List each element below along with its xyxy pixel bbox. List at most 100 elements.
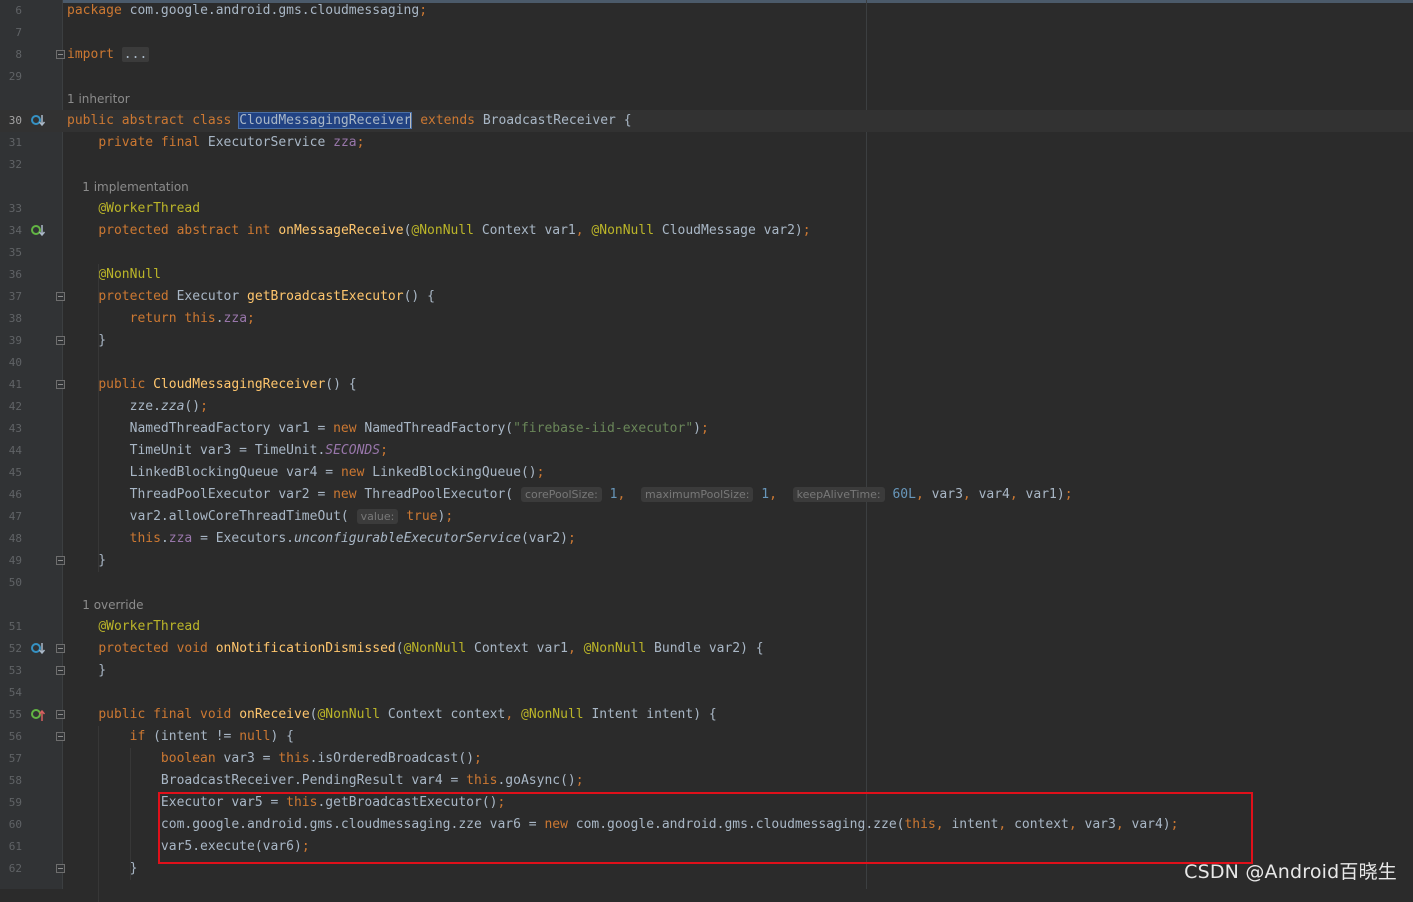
code-text[interactable]: public CloudMessagingReceiver() {	[67, 374, 356, 396]
code-token: @NonNull	[317, 707, 381, 722]
parameter-hint: maximumPoolSize:	[640, 487, 754, 502]
code-line[interactable]: 55 public final void onReceive(@NonNull …	[0, 704, 1413, 726]
code-token: var2.allowCoreThreadTimeOut(	[67, 509, 357, 524]
code-text[interactable]: @WorkerThread	[67, 198, 200, 220]
annotation-highlight-box	[158, 792, 1253, 864]
code-token: @NonNull	[403, 641, 467, 656]
code-text[interactable]: TimeUnit var3 = TimeUnit.SECONDS;	[67, 440, 388, 462]
code-lens-hint-row[interactable]: 1 override	[0, 594, 1413, 616]
code-token: ;	[567, 531, 576, 546]
code-token: .	[160, 531, 169, 546]
code-text[interactable]: @NonNull	[67, 264, 161, 286]
code-line[interactable]: 37 protected Executor getBroadcastExecut…	[0, 286, 1413, 308]
code-line[interactable]: 49 }	[0, 550, 1413, 572]
code-text[interactable]: LinkedBlockingQueue var4 = new LinkedBlo…	[67, 462, 545, 484]
code-lens-hint[interactable]: 1 inheritor	[67, 88, 130, 110]
code-text[interactable]: BroadcastReceiver.PendingResult var4 = t…	[67, 770, 584, 792]
fold-marker-icon[interactable]	[56, 336, 65, 345]
code-line[interactable]: 8 import ...	[0, 44, 1413, 66]
code-line[interactable]: 48 this.zza = Executors.unconfigurableEx…	[0, 528, 1413, 550]
overriding-method-icon[interactable]	[30, 707, 46, 723]
code-line[interactable]: 52 protected void onNotificationDismisse…	[0, 638, 1413, 660]
code-text[interactable]: }	[67, 550, 106, 572]
code-line[interactable]: 42 zze.zza();	[0, 396, 1413, 418]
overridden-method-icon[interactable]	[30, 641, 46, 657]
code-line[interactable]: 47 var2.allowCoreThreadTimeOut( value: t…	[0, 506, 1413, 528]
code-line[interactable]: 32	[0, 154, 1413, 176]
overridden-method-icon[interactable]	[30, 113, 46, 129]
code-line[interactable]: 39 }	[0, 330, 1413, 352]
code-line[interactable]: 36 @NonNull	[0, 264, 1413, 286]
code-token: ;	[802, 223, 811, 238]
code-line[interactable]: 38 return this.zza;	[0, 308, 1413, 330]
code-line[interactable]: 35	[0, 242, 1413, 264]
code-line[interactable]: 34 protected abstract int onMessageRecei…	[0, 220, 1413, 242]
code-text[interactable]: zze.zza();	[67, 396, 208, 418]
code-line[interactable]: 53 }	[0, 660, 1413, 682]
code-text[interactable]: private final ExecutorService zza;	[67, 132, 364, 154]
line-number: 38	[8, 312, 22, 325]
code-line[interactable]: 40	[0, 352, 1413, 374]
code-token: (	[395, 641, 404, 656]
code-line[interactable]: 57 boolean var3 = this.isOrderedBroadcas…	[0, 748, 1413, 770]
code-token: Executor	[176, 289, 248, 304]
code-token: ) {	[270, 729, 294, 744]
code-line[interactable]: 29	[0, 66, 1413, 88]
code-token: var4	[978, 487, 1010, 502]
code-text[interactable]: NamedThreadFactory var1 = new NamedThrea…	[67, 418, 709, 440]
code-line[interactable]: 41 public CloudMessagingReceiver() {	[0, 374, 1413, 396]
selected-identifier: CloudMessagingReceiver	[238, 112, 413, 129]
fold-marker-icon[interactable]	[56, 644, 65, 653]
code-token: Intent intent) {	[583, 707, 717, 722]
code-line[interactable]: 7	[0, 22, 1413, 44]
code-lens-hint-row[interactable]: 1 inheritor	[0, 88, 1413, 110]
code-line[interactable]: 45 LinkedBlockingQueue var4 = new Linked…	[0, 462, 1413, 484]
code-line[interactable]: 58 BroadcastReceiver.PendingResult var4 …	[0, 770, 1413, 792]
fold-marker-icon[interactable]	[56, 666, 65, 675]
code-text[interactable]: return this.zza;	[67, 308, 255, 330]
code-line[interactable]: 43 NamedThreadFactory var1 = new NamedTh…	[0, 418, 1413, 440]
code-lens-hint[interactable]: 1 implementation	[67, 176, 189, 198]
fold-marker-icon[interactable]	[56, 50, 65, 59]
fold-marker-icon[interactable]	[56, 292, 65, 301]
code-text[interactable]: }	[67, 858, 138, 880]
code-lens-hint[interactable]: 1 override	[67, 594, 143, 616]
implemented-method-icon[interactable]	[30, 223, 46, 239]
code-line[interactable]: 50	[0, 572, 1413, 594]
code-line[interactable]: 56 if (intent != null) {	[0, 726, 1413, 748]
line-number: 47	[8, 510, 22, 523]
code-text[interactable]: public final void onReceive(@NonNull Con…	[67, 704, 717, 726]
code-text[interactable]: }	[67, 330, 106, 352]
fold-marker-icon[interactable]	[56, 380, 65, 389]
code-line[interactable]: 30 public abstract class CloudMessagingRe…	[0, 110, 1413, 132]
code-line[interactable]: 33 @WorkerThread	[0, 198, 1413, 220]
code-text[interactable]: protected abstract int onMessageReceive(…	[67, 220, 811, 242]
code-text[interactable]: protected Executor getBroadcastExecutor(…	[67, 286, 435, 308]
code-line[interactable]: 54	[0, 682, 1413, 704]
code-text[interactable]: package com.google.android.gms.cloudmess…	[67, 0, 427, 22]
code-text[interactable]: protected void onNotificationDismissed(@…	[67, 638, 763, 660]
code-text[interactable]: this.zza = Executors.unconfigurableExecu…	[67, 528, 576, 550]
fold-marker-icon[interactable]	[56, 710, 65, 719]
code-line[interactable]: 51 @WorkerThread	[0, 616, 1413, 638]
code-line[interactable]: 44 TimeUnit var3 = TimeUnit.SECONDS;	[0, 440, 1413, 462]
code-lens-hint-row[interactable]: 1 implementation	[0, 176, 1413, 198]
code-line[interactable]: 6 package com.google.android.gms.cloudmes…	[0, 0, 1413, 22]
code-token: ;	[419, 3, 428, 18]
fold-marker-icon[interactable]	[56, 864, 65, 873]
code-text[interactable]: @WorkerThread	[67, 616, 200, 638]
code-token: @NonNull	[521, 707, 584, 722]
code-text[interactable]: public abstract class CloudMessagingRece…	[67, 110, 632, 132]
code-text[interactable]: import ...	[67, 44, 150, 66]
code-token: package	[67, 3, 130, 18]
fold-marker-icon[interactable]	[56, 556, 65, 565]
fold-marker-icon[interactable]	[56, 732, 65, 741]
code-text[interactable]: }	[67, 660, 106, 682]
line-number: 44	[8, 444, 22, 457]
code-line[interactable]: 46 ThreadPoolExecutor var2 = new ThreadP…	[0, 484, 1413, 506]
code-text[interactable]: if (intent != null) {	[67, 726, 294, 748]
code-text[interactable]: var2.allowCoreThreadTimeOut( value: true…	[67, 506, 453, 528]
code-text[interactable]: ThreadPoolExecutor var2 = new ThreadPool…	[67, 484, 1073, 506]
code-line[interactable]: 31 private final ExecutorService zza;	[0, 132, 1413, 154]
